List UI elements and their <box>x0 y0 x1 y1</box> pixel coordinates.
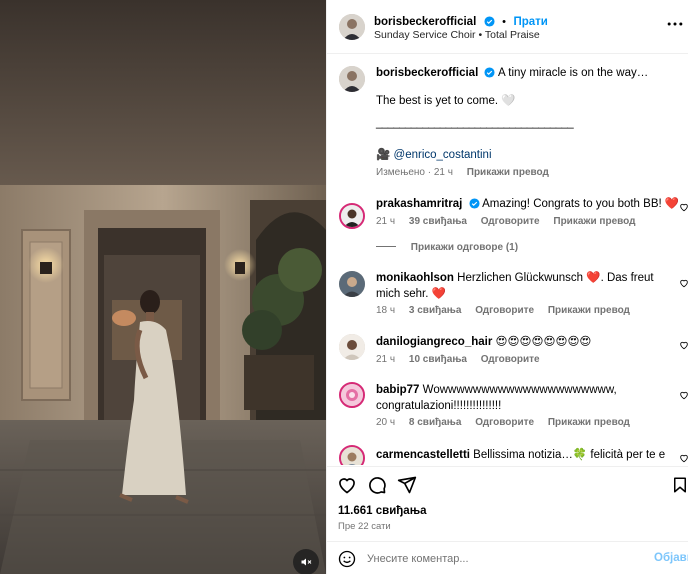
post-timestamp[interactable]: Пре 22 сати <box>338 521 391 532</box>
caption-line-2: The best is yet to come. 🤍 <box>376 95 516 107</box>
commenter-avatar[interactable] <box>339 271 365 297</box>
caption-rule: __________________________________ <box>376 117 574 129</box>
caption-credit-mention[interactable]: @enrico_costantini <box>394 149 492 161</box>
post-media[interactable] <box>0 0 326 574</box>
comment-translate-link[interactable]: Прикажи превод <box>553 216 635 227</box>
save-bookmark-icon[interactable] <box>671 475 688 495</box>
commenter-avatar[interactable] <box>339 334 365 360</box>
post-comment-button[interactable]: Објави <box>654 552 688 564</box>
share-paper-plane-icon[interactable] <box>397 475 417 495</box>
view-replies-row[interactable]: Прикажи одговоре (1) <box>376 242 518 253</box>
commenter-username[interactable]: carmencastelletti <box>376 449 470 461</box>
caption-translate-link[interactable]: Прикажи превод <box>467 167 549 178</box>
comment-text: 😍😍😍😍😍😍😍😍 <box>495 336 592 348</box>
author-avatar[interactable] <box>339 14 365 40</box>
commenter-username[interactable]: prakashamritraj <box>376 198 462 210</box>
post-photo <box>0 0 326 574</box>
comment-likes[interactable]: 8 свиђања <box>409 417 462 428</box>
like-comment-heart-icon[interactable] <box>679 202 688 212</box>
comment-bubble-icon[interactable] <box>367 475 387 495</box>
emoji-smiley-icon[interactable] <box>338 550 356 568</box>
commenter-avatar[interactable] <box>339 445 365 465</box>
comment-time: 21 ч <box>376 216 396 227</box>
replies-line <box>376 246 396 247</box>
commenter-username[interactable]: danilogiangreco_hair <box>376 336 492 348</box>
like-comment-heart-icon[interactable] <box>679 278 688 288</box>
comment-likes[interactable]: 10 свиђања <box>409 354 467 365</box>
add-comment-bar: Објави <box>327 541 688 574</box>
comment-reply-button[interactable]: Одговорите <box>475 417 534 428</box>
caption-author-username[interactable]: borisbeckerofficial <box>376 67 478 79</box>
caption-author-avatar[interactable] <box>339 66 365 92</box>
comment-input[interactable] <box>367 550 637 568</box>
comment-translate-link[interactable]: Прикажи превод <box>548 417 630 428</box>
like-comment-heart-icon[interactable] <box>679 340 688 350</box>
verified-badge-icon <box>484 67 496 78</box>
commenter-username[interactable]: babip77 <box>376 384 419 396</box>
comment-text: Amazing! Congrats to you both BB! ❤️ <box>482 198 680 210</box>
post-actions: 11.661 свиђања Пре 22 сати Објави <box>327 466 688 574</box>
camera-emoji: 🎥 <box>376 149 391 161</box>
comments-scroll-area[interactable]: borisbeckerofficial A tiny miracle is on… <box>327 55 688 465</box>
caption-line-1: A tiny miracle is on the way… <box>498 67 649 79</box>
verified-badge-icon <box>468 198 480 209</box>
follow-button[interactable]: Прати <box>513 16 547 28</box>
post-header: borisbeckerofficial • Прати Sunday Servi… <box>327 0 688 54</box>
author-username[interactable]: borisbeckerofficial <box>374 16 476 28</box>
mute-toggle-button[interactable] <box>293 549 319 574</box>
verified-badge-icon <box>484 16 495 27</box>
separator-dot: • <box>502 16 507 28</box>
more-options-icon[interactable] <box>665 14 685 34</box>
comment-likes[interactable]: 3 свиђања <box>409 305 462 316</box>
comment-text: Bellissima notizia…🍀 felicità per te e <box>473 449 666 461</box>
audio-track-link[interactable]: Sunday Service Choir • Total Praise <box>374 29 540 41</box>
muted-speaker-icon <box>301 558 312 566</box>
comment-time: 18 ч <box>376 305 396 316</box>
commenter-username[interactable]: monikaohlson <box>376 272 454 284</box>
comment-reply-button[interactable]: Одговорите <box>475 305 534 316</box>
like-comment-heart-icon[interactable] <box>679 453 688 463</box>
like-heart-icon[interactable] <box>337 475 357 495</box>
comment-likes[interactable]: 39 свиђања <box>409 216 467 227</box>
view-replies-link[interactable]: Прикажи одговоре (1) <box>411 242 518 253</box>
comment-time: 20 ч <box>376 417 396 428</box>
comment-translate-link[interactable]: Прикажи превод <box>548 305 630 316</box>
post-likes-count[interactable]: 11.661 свиђања <box>338 505 427 517</box>
caption-edited-time: Измењено · 21 ч <box>376 167 453 178</box>
commenter-avatar[interactable] <box>339 382 365 408</box>
commenter-avatar[interactable] <box>339 203 365 229</box>
comment-time: 21 ч <box>376 354 396 365</box>
comment-reply-button[interactable]: Одговорите <box>481 216 540 227</box>
comment-reply-button[interactable]: Одговорите <box>481 354 540 365</box>
post-detail-panel: borisbeckerofficial • Прати Sunday Servi… <box>326 0 688 574</box>
like-comment-heart-icon[interactable] <box>679 390 688 400</box>
